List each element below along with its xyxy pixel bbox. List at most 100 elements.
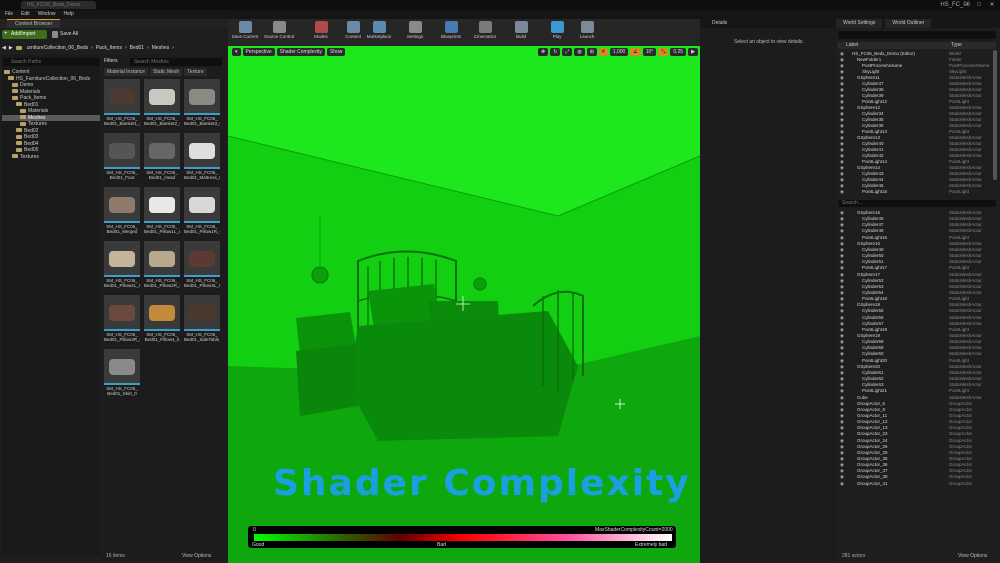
menu-edit[interactable]: Edit (21, 10, 30, 19)
visibility-eye-icon[interactable]: ◉ (840, 278, 844, 284)
visibility-eye-icon[interactable]: ◉ (840, 431, 844, 437)
visibility-eye-icon[interactable]: ◉ (840, 247, 844, 253)
visibility-eye-icon[interactable]: ◉ (840, 228, 844, 234)
search-paths-input[interactable]: Search Paths (3, 58, 99, 66)
asset-tile[interactable]: SM_HS_FC06_ Bed01_Pillow3L_0 (184, 241, 220, 291)
visibility-eye-icon[interactable]: ◉ (840, 315, 844, 321)
visibility-eye-icon[interactable]: ◉ (840, 265, 844, 271)
window-tab[interactable]: HS_FCO6_Beds_Demo (21, 1, 96, 9)
tab-world-settings[interactable]: World Settings (836, 19, 883, 28)
visibility-eye-icon[interactable]: ◉ (840, 364, 844, 370)
outliner-row[interactable]: ◉ Cylinder54 StaticMeshActor (838, 290, 988, 296)
asset-tile[interactable]: SM_HS_FC06_ Bed01_Pillow1R_0 (184, 187, 220, 237)
outliner-row[interactable]: ◉ PointLight16 PointLight (838, 235, 988, 241)
folder-tree-item[interactable]: Textures (2, 154, 100, 161)
filter-material-instance[interactable]: Material Instance (104, 68, 149, 76)
visibility-eye-icon[interactable]: ◉ (840, 407, 844, 413)
toolbar-settings-button[interactable]: Settings (398, 19, 432, 46)
asset-tile[interactable]: SM_HS_FC06_ Bed01_Pillow3R_0 (104, 295, 140, 345)
outliner-view-options-button[interactable]: View Options (958, 553, 987, 559)
asset-tile[interactable]: SM_HS_FC06_ Bed01_Pillow4_0 (144, 295, 180, 345)
toolbar-modes-button[interactable]: Modes (304, 19, 338, 46)
visibility-eye-icon[interactable]: ◉ (840, 216, 844, 222)
outliner-row[interactable]: ◉ PointLight20 PointLight (838, 358, 988, 364)
asset-tile[interactable]: SM_HS_FC06_ Bed01_SideTable_0 (184, 295, 220, 345)
outliner-row[interactable]: ◉ GSphere18 StaticMeshActor (838, 302, 988, 308)
scale-icon[interactable]: ⤢ (562, 48, 573, 56)
outliner-row[interactable]: ◉ Cylinder58 StaticMeshActor (838, 339, 988, 345)
outliner-row[interactable]: ◉ GroupActor_28 GroupActor (838, 450, 988, 456)
visibility-eye-icon[interactable]: ◉ (840, 370, 844, 376)
outliner-row[interactable]: ◉ Cylinder57 StaticMeshActor (838, 321, 988, 327)
visibility-eye-icon[interactable]: ◉ (840, 468, 844, 474)
visibility-eye-icon[interactable]: ◉ (840, 210, 844, 216)
outliner-row[interactable]: ◉ GroupActor_37 GroupActor (838, 468, 988, 474)
visibility-eye-icon[interactable]: ◉ (840, 474, 844, 480)
outliner-row[interactable]: ◉ PointLight19 PointLight (838, 327, 988, 333)
outliner-row[interactable]: ◉ Cylinder46 StaticMeshActor (838, 216, 988, 222)
outliner-row[interactable]: ◉ GroupActor_11 GroupActor (838, 413, 988, 419)
scale-snap-toggle[interactable]: ⤡ (658, 48, 669, 56)
rotation-snap-value[interactable]: 10° (642, 48, 657, 56)
filters-button[interactable]: Filters (104, 58, 118, 64)
menu-window[interactable]: Window (38, 10, 56, 19)
outliner-row[interactable]: ◉ Cylinder50 StaticMeshActor (838, 253, 988, 259)
asset-tile[interactable]: SM_HS_FC06_ Bed01_Merged (104, 187, 140, 237)
visibility-eye-icon[interactable]: ◉ (840, 259, 844, 265)
outliner-row[interactable]: ◉ Cube StaticMeshActor (838, 395, 988, 401)
visibility-eye-icon[interactable]: ◉ (840, 456, 844, 462)
outliner-row[interactable]: ◉ Cylinder55 StaticMeshActor (838, 308, 988, 314)
world-icon[interactable]: ◍ (574, 48, 585, 56)
outliner-row[interactable]: ◉ Cylinder59 StaticMeshActor (838, 345, 988, 351)
minimize-icon[interactable]: – (962, 1, 970, 9)
outliner-search-bar[interactable] (838, 31, 996, 39)
rotate-icon[interactable]: ↻ (550, 48, 561, 56)
visibility-eye-icon[interactable]: ◉ (840, 222, 844, 228)
outliner-scrollbar[interactable] (993, 50, 997, 180)
outliner-row[interactable]: ◉ GroupActor_35 GroupActor (838, 456, 988, 462)
visibility-eye-icon[interactable]: ◉ (840, 401, 844, 407)
save-all-button[interactable]: Save All (60, 30, 78, 39)
asset-tile[interactable]: SM_HS_FC06_ Bed01_Pillow2L_0 (104, 241, 140, 291)
add-import-button[interactable]: Add/Import (2, 30, 47, 39)
toolbar-play-button[interactable]: Play (540, 19, 574, 46)
outliner-row[interactable]: ◉ GroupActor_24 GroupActor (838, 438, 988, 444)
outliner-row[interactable]: ◉ Cylinder60 StaticMeshActor (838, 351, 988, 357)
view-mode-button[interactable]: Shader Complexity (276, 48, 325, 56)
outliner-row[interactable]: ◉ GroupActor_23 GroupActor (838, 431, 988, 437)
visibility-eye-icon[interactable]: ◉ (840, 395, 844, 401)
visibility-eye-icon[interactable]: ◉ (840, 302, 844, 308)
outliner-row[interactable]: ◉ Cylinder56 StaticMeshActor (838, 315, 988, 321)
outliner-row[interactable]: ◉ GSphere15 StaticMeshActor (838, 210, 988, 216)
visibility-eye-icon[interactable]: ◉ (840, 382, 844, 388)
asset-tile[interactable]: SM_HS_FC06_ Bed01_Foot Board_Base_0 (104, 133, 140, 183)
outliner-row[interactable]: ◉ PointLight17 PointLight (838, 265, 988, 271)
outliner-row[interactable]: ◉ GroupActor_12 GroupActor (838, 419, 988, 425)
filter-static-mesh[interactable]: Static Mesh (150, 68, 183, 76)
visibility-eye-icon[interactable]: ◉ (840, 321, 844, 327)
visibility-eye-icon[interactable]: ◉ (840, 376, 844, 382)
visibility-eye-icon[interactable]: ◉ (840, 388, 844, 394)
outliner-row[interactable]: ◉ Cylinder61 StaticMeshActor (838, 370, 988, 376)
visibility-eye-icon[interactable]: ◉ (840, 333, 844, 339)
outliner-row[interactable]: ◉ GSphere19 StaticMeshActor (838, 333, 988, 339)
visibility-eye-icon[interactable]: ◉ (840, 235, 844, 241)
outliner-row[interactable]: ◉ Cylinder62 StaticMeshActor (838, 376, 988, 382)
close-icon[interactable]: ✕ (988, 1, 996, 9)
visibility-eye-icon[interactable]: ◉ (840, 351, 844, 357)
outliner-row[interactable]: ◉ GSphere16 StaticMeshActor (838, 241, 988, 247)
outliner-row[interactable]: ◉ GSphere17 StaticMeshActor (838, 272, 988, 278)
surface-snap-icon[interactable]: ⊞ (586, 48, 597, 56)
visibility-eye-icon[interactable]: ◉ (840, 358, 844, 364)
toolbar-launch-button[interactable]: Launch (570, 19, 604, 46)
outliner-row[interactable]: ◉ PointLight21 PointLight (838, 388, 988, 394)
back-icon[interactable]: ◀ (2, 45, 6, 51)
outliner-row[interactable]: ◉ PointLight15 PointLight (838, 189, 988, 195)
visibility-eye-icon[interactable]: ◉ (840, 419, 844, 425)
rotation-snap-toggle[interactable]: ∠ (630, 48, 641, 56)
outliner-row[interactable]: ◉ GroupActor_41 GroupActor (838, 481, 988, 487)
visibility-eye-icon[interactable]: ◉ (840, 462, 844, 468)
scale-snap-value[interactable]: 0.25 (670, 48, 687, 56)
asset-tile[interactable]: SM_HS_FC06_ Bed01_Blanket3_0 (184, 79, 220, 129)
outliner-row[interactable]: ◉ GSphere20 StaticMeshActor (838, 364, 988, 370)
